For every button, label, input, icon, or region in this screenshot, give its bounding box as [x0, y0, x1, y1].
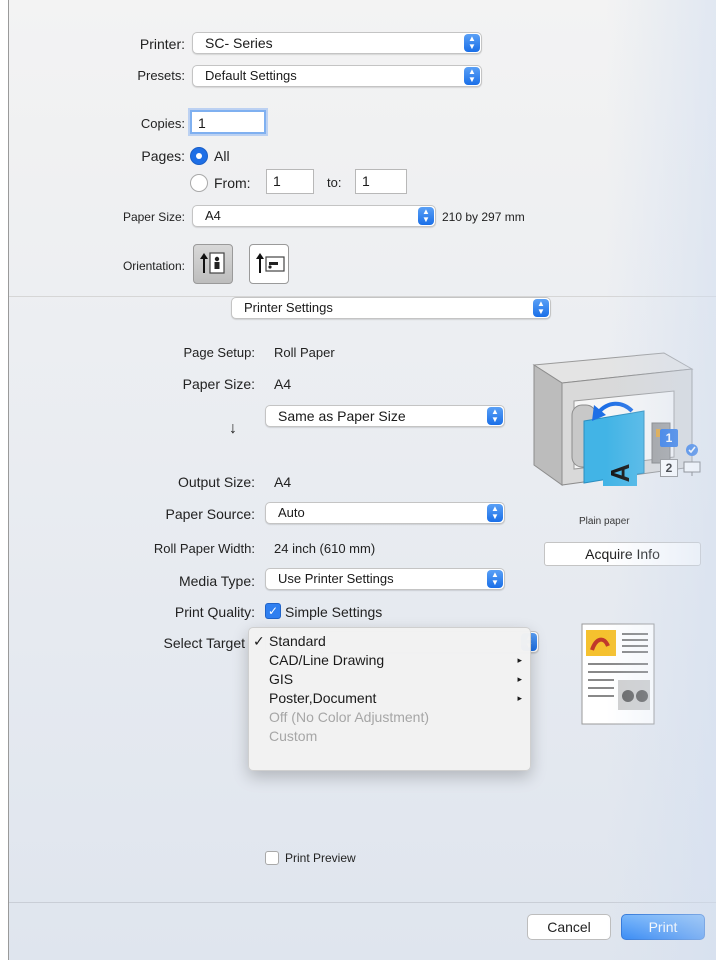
media-type-popup-value: Use Printer Settings	[278, 571, 394, 586]
updown-chevron-icon: ▲▼	[487, 570, 503, 588]
panel-select-popup[interactable]: Printer Settings ▲ ▼	[231, 297, 551, 319]
copies-field[interactable]: 1	[190, 110, 266, 134]
orientation-label: Orientation:	[122, 259, 185, 273]
menu-item-label: Custom	[269, 728, 318, 744]
paper-size-settings-value: A4	[274, 376, 292, 392]
simple-settings-checkbox[interactable]: ✓	[265, 603, 281, 619]
cancel-button[interactable]: Cancel	[527, 914, 611, 940]
printer-popup-value: SC- Series	[205, 35, 273, 51]
simple-settings-label: Simple Settings	[285, 604, 383, 620]
paper-size-popup[interactable]: A4 ▲ ▼	[192, 205, 436, 227]
submenu-arrow-icon: ▸	[517, 655, 522, 665]
pages-from-label: From:	[214, 175, 251, 191]
printer-label: Printer:	[139, 36, 185, 52]
paper-size-settings-label: Paper Size:	[182, 376, 255, 392]
pages-all-label: All	[214, 148, 230, 164]
select-target-menu: ✓ Standard CAD/Line Drawing ▸ GIS ▸ Post…	[248, 627, 531, 771]
printer-popup[interactable]: SC- Series ▲ ▼	[192, 32, 482, 54]
updown-chevron-icon: ▲▼	[487, 504, 503, 522]
submenu-arrow-icon: ▸	[517, 674, 522, 684]
presets-label: Presets:	[137, 68, 185, 83]
roll-width-label: Roll Paper Width:	[153, 541, 255, 556]
paper-size-label: Paper Size:	[122, 210, 185, 224]
menu-item-poster-document[interactable]: Poster,Document ▸	[249, 689, 530, 708]
menu-item-label: Poster,Document	[269, 690, 377, 706]
pages-to-field[interactable]: 1	[355, 169, 407, 194]
pages-label: Pages:	[141, 148, 185, 164]
copies-label: Copies:	[140, 116, 185, 131]
menu-item-label: Standard	[269, 633, 326, 649]
portrait-orientation-icon	[200, 252, 225, 274]
menu-item-gis[interactable]: GIS ▸	[249, 670, 530, 689]
page-setup-label: Page Setup:	[183, 345, 255, 360]
page-setup-value: Roll Paper	[274, 345, 335, 360]
orientation-landscape-button[interactable]	[249, 244, 289, 284]
landscape-orientation-icon	[256, 253, 285, 273]
printer-sheet-letter-box: A	[603, 460, 637, 486]
paper-size-popup-value: A4	[205, 208, 221, 223]
menu-item-off-no-color-adjustment: Off (No Color Adjustment)	[249, 708, 530, 727]
presets-popup-value: Default Settings	[205, 68, 297, 83]
paper-source-popup[interactable]: Auto ▲ ▼	[265, 502, 505, 524]
separator	[9, 902, 716, 903]
tray-badge-1: 1	[660, 429, 678, 447]
media-type-label: Media Type:	[178, 573, 255, 589]
document-preview-icon	[581, 623, 655, 725]
paper-source-label: Paper Source:	[165, 506, 256, 522]
paper-dimensions: 210 by 297 mm	[442, 210, 525, 224]
select-target-label: Select Target	[163, 635, 245, 651]
menu-item-standard[interactable]: ✓ Standard	[249, 632, 530, 651]
monitor-check-icon	[683, 444, 701, 476]
updown-chevron-icon: ▲▼	[487, 407, 503, 425]
print-dialog: Printer: SC- Series ▲ ▼ Presets: Default …	[8, 0, 716, 960]
presets-popup[interactable]: Default Settings ▲ ▼	[192, 65, 482, 87]
menu-item-label: Off (No Color Adjustment)	[269, 709, 430, 725]
acquire-info-button[interactable]: Acquire Info	[544, 542, 701, 566]
pages-to-label: to:	[327, 175, 342, 190]
orientation-portrait-button[interactable]	[193, 244, 233, 284]
output-size-label: Output Size:	[177, 474, 255, 490]
pages-from-field[interactable]: 1	[266, 169, 314, 194]
menu-item-custom: Custom	[249, 727, 530, 746]
media-type-popup[interactable]: Use Printer Settings ▲ ▼	[265, 568, 505, 590]
pages-all-radio[interactable]	[190, 147, 208, 165]
updown-chevron-icon: ▲▼	[533, 299, 549, 317]
paper-source-popup-value: Auto	[278, 505, 305, 520]
print-button[interactable]: Print	[621, 914, 705, 940]
paper-type-caption: Plain paper	[579, 516, 630, 527]
down-arrow-icon: ↓	[229, 420, 237, 437]
print-preview-label: Print Preview	[285, 851, 356, 865]
updown-chevron-icon: ▲▼	[464, 67, 480, 85]
pages-from-radio[interactable]	[190, 174, 208, 192]
checkmark-icon: ✓	[253, 633, 265, 649]
updown-chevron-icon: ▲▼	[418, 207, 434, 225]
updown-chevron-icon: ▲▼	[464, 34, 480, 52]
print-preview-checkbox[interactable]	[265, 851, 279, 865]
output-size-value: A4	[274, 474, 292, 490]
menu-item-cad-line-drawing[interactable]: CAD/Line Drawing ▸	[249, 651, 530, 670]
menu-item-label: CAD/Line Drawing	[269, 652, 385, 668]
tray-badge-2: 2	[660, 459, 678, 477]
output-size-popup[interactable]: Same as Paper Size ▲ ▼	[265, 405, 505, 427]
submenu-arrow-icon: ▸	[517, 693, 522, 703]
menu-item-label: GIS	[269, 671, 294, 687]
roll-width-value: 24 inch (610 mm)	[274, 541, 376, 556]
print-quality-label: Print Quality:	[174, 604, 255, 620]
output-size-popup-value: Same as Paper Size	[278, 408, 406, 424]
panel-select-value: Printer Settings	[244, 300, 333, 315]
